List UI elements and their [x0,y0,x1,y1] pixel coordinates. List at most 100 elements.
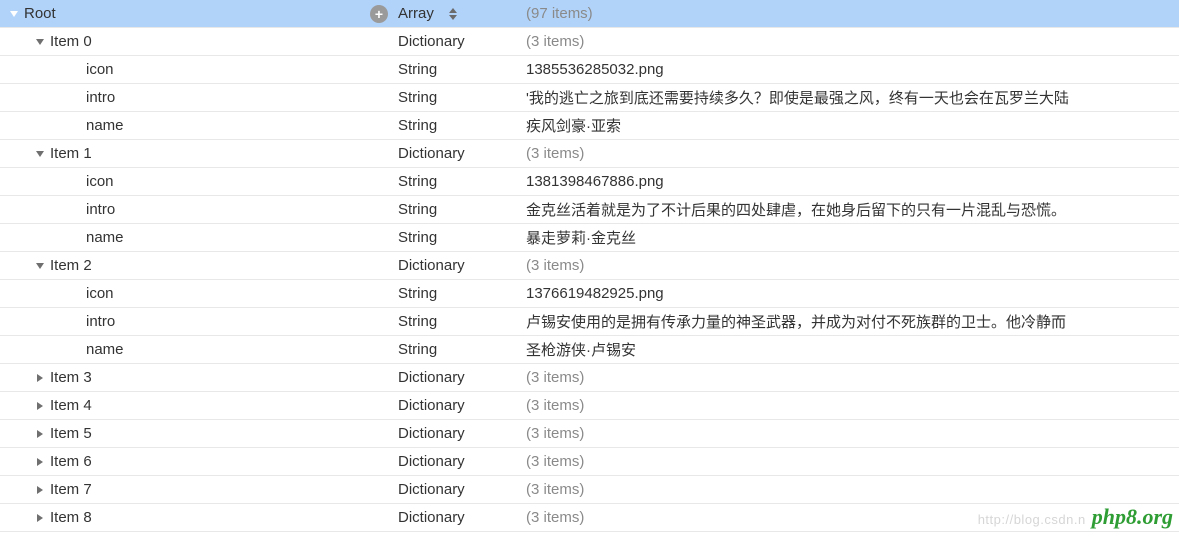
type-label: String [398,117,437,134]
cell-key: Item 5 [0,425,398,442]
value-summary: (3 items) [526,509,584,526]
type-label: Dictionary [398,257,465,274]
tree-row[interactable]: iconString1381398467886.png [0,168,1179,196]
disclosure-right-icon[interactable] [34,484,46,496]
cell-value: (3 items) [526,481,1179,498]
tree-row[interactable]: Item 6 Dictionary (3 items) [0,448,1179,476]
cell-type: String [398,341,526,358]
cell-value: (3 items) [526,145,1179,162]
value-summary: (3 items) [526,425,584,442]
key-label: Item 4 [50,397,92,414]
cell-key: name [0,229,398,246]
cell-type: String [398,201,526,218]
cell-key: icon [0,61,398,78]
disclosure-spacer [70,64,82,76]
cell-key: intro [0,89,398,106]
value-summary: (3 items) [526,257,584,274]
disclosure-down-icon[interactable] [34,260,46,272]
type-label: String [398,229,437,246]
key-label: Item 3 [50,369,92,386]
value-summary: (3 items) [526,33,584,50]
cell-value: (3 items) [526,33,1179,50]
type-stepper[interactable] [448,4,462,24]
disclosure-down-icon[interactable] [34,148,46,160]
cell-value: (3 items) [526,257,1179,274]
plist-tree: Root Array (97 items) Item 0Dictionary(3… [0,0,1179,532]
tree-row[interactable]: nameString疾风剑豪·亚索 [0,112,1179,140]
cell-value: 圣枪游侠·卢锡安 [526,339,1179,360]
value-text: 暴走萝莉·金克丝 [526,230,636,247]
tree-row[interactable]: introString卢锡安使用的是拥有传承力量的神圣武器，并成为对付不死族群的… [0,308,1179,336]
type-label: Dictionary [398,145,465,162]
type-label: Dictionary [398,453,465,470]
cell-type: String [398,173,526,190]
cell-type: Dictionary [398,257,526,274]
value-summary: (3 items) [526,481,584,498]
type-label: Dictionary [398,369,465,386]
cell-value: 金克丝活着就是为了不计后果的四处肆虐，在她身后留下的只有一片混乱与恐慌。 [526,199,1179,220]
cell-value: (3 items) [526,453,1179,470]
tree-row[interactable]: Item 5Dictionary(3 items) [0,420,1179,448]
tree-row[interactable]: introString金克丝活着就是为了不计后果的四处肆虐，在她身后留下的只有一… [0,196,1179,224]
tree-row[interactable]: nameString圣枪游侠·卢锡安 [0,336,1179,364]
tree-row[interactable]: iconString1385536285032.png [0,56,1179,84]
cell-type: Dictionary [398,509,526,526]
cell-type: Dictionary [398,481,526,498]
cell-type: String [398,89,526,106]
cell-key: intro [0,313,398,330]
tree-row[interactable]: Item 3 Dictionary (3 items) [0,364,1179,392]
tree-row[interactable]: Item 7 Dictionary(3 items) [0,476,1179,504]
tree-row[interactable]: introString'我的逃亡之旅到底还需要持续多久？即使是最强之风，终有一天… [0,84,1179,112]
value-text: 1385536285032.png [526,61,664,78]
value-summary: (3 items) [526,397,584,414]
value-text: '我的逃亡之旅到底还需要持续多久？即使是最强之风，终有一天也会在瓦罗兰大陆 [526,90,1069,107]
tree-row[interactable]: nameString 暴走萝莉·金克丝 [0,224,1179,252]
tree-row[interactable]: iconString1376619482925.png [0,280,1179,308]
type-label: String [398,173,437,190]
cell-type: String [398,229,526,246]
disclosure-right-icon[interactable] [34,456,46,468]
key-label: Item 5 [50,425,92,442]
disclosure-right-icon[interactable] [34,372,46,384]
type-label: Dictionary [398,33,465,50]
key-label: icon [86,61,114,78]
cell-key: icon [0,285,398,302]
tree-row-root[interactable]: Root Array (97 items) [0,0,1179,28]
value-summary: (97 items) [526,5,593,22]
cell-value: 疾风剑豪·亚索 [526,115,1179,136]
key-label: Item 0 [50,33,92,50]
disclosure-right-icon[interactable] [34,512,46,524]
type-label: String [398,313,437,330]
tree-row[interactable]: Item 4Dictionary(3 items) [0,392,1179,420]
disclosure-spacer [70,316,82,328]
disclosure-right-icon[interactable] [34,400,46,412]
disclosure-right-icon[interactable] [34,428,46,440]
add-item-button[interactable] [370,5,388,23]
tree-row[interactable]: Item 8Dictionary (3 items) [0,504,1179,532]
type-label: String [398,341,437,358]
key-label: Item 1 [50,145,92,162]
key-label: Item 2 [50,257,92,274]
value-summary: (3 items) [526,453,584,470]
disclosure-down-icon[interactable] [8,8,20,20]
key-label: Item 6 [50,453,92,470]
cell-type: Dictionary [398,453,526,470]
cell-key: Item 2 [0,257,398,274]
tree-row[interactable]: Item 2 Dictionary (3 items) [0,252,1179,280]
cell-value: (3 items) [526,425,1179,442]
value-text: 1381398467886.png [526,173,664,190]
value-summary: (3 items) [526,369,584,386]
cell-type: Array [398,4,526,24]
disclosure-spacer [70,92,82,104]
tree-row[interactable]: Item 0 Dictionary (3 items) [0,28,1179,56]
disclosure-spacer [70,344,82,356]
cell-value: 1385536285032.png [526,61,1179,78]
cell-key: Item 8 [0,509,398,526]
cell-key: Item 0 [0,33,398,50]
key-label: Item 7 [50,481,92,498]
cell-value: 1381398467886.png [526,173,1179,190]
tree-row[interactable]: Item 1 Dictionary (3 items) [0,140,1179,168]
type-label: Dictionary [398,509,465,526]
cell-value: 暴走萝莉·金克丝 [526,227,1179,248]
disclosure-down-icon[interactable] [34,36,46,48]
